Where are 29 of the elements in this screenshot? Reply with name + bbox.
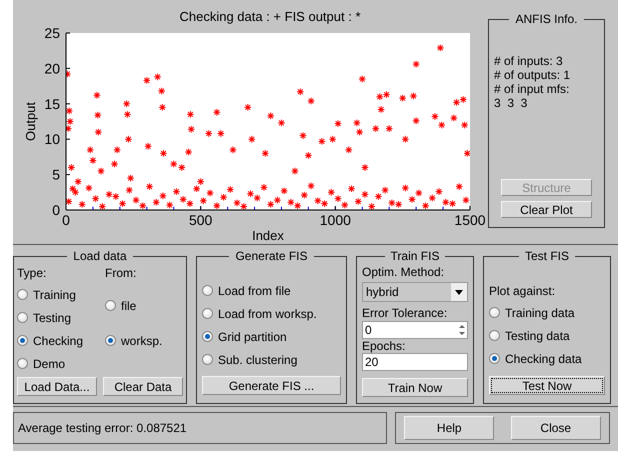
tick-label: 1500 <box>454 212 486 228</box>
legend-entry: Checking data : + FIS output : * <box>179 9 361 24</box>
axis-label: Output <box>23 102 38 142</box>
tick-label: 15 <box>44 96 60 112</box>
tick-label: 5 <box>52 166 60 183</box>
status-text: Average testing error: 0.087521 <box>18 421 187 435</box>
panel-title: Train FIS <box>390 249 440 263</box>
info-line: # of input mfs: <box>494 82 570 96</box>
panel-title: Generate FIS <box>234 249 309 263</box>
tick-label: 0 <box>52 202 60 218</box>
axis-label: Index <box>252 228 284 243</box>
panel-title: ANFIS Info. <box>514 12 579 26</box>
panel-title: Load data <box>72 249 128 263</box>
tick-label: 0 <box>62 212 70 228</box>
tick-label: 20 <box>44 60 60 76</box>
panel-title: Test FIS <box>524 249 570 263</box>
field-label: Type: <box>17 265 48 282</box>
tick-label: 25 <box>44 25 60 41</box>
info-line: 3 3 3 <box>494 96 528 110</box>
tick-label: 500 <box>188 212 212 228</box>
field-label: Error Tolerance: <box>362 306 448 321</box>
field-label: Epochs: <box>362 339 406 353</box>
field-label: From: <box>105 265 138 282</box>
info-line: # of outputs: 1 <box>494 68 572 82</box>
field-label: Plot against: <box>489 283 556 300</box>
tick-label: 10 <box>44 131 60 148</box>
tick-label: 1000 <box>320 212 351 228</box>
info-line: # of inputs: 3 <box>494 54 564 68</box>
field-label: Optim. Method: <box>362 265 446 279</box>
